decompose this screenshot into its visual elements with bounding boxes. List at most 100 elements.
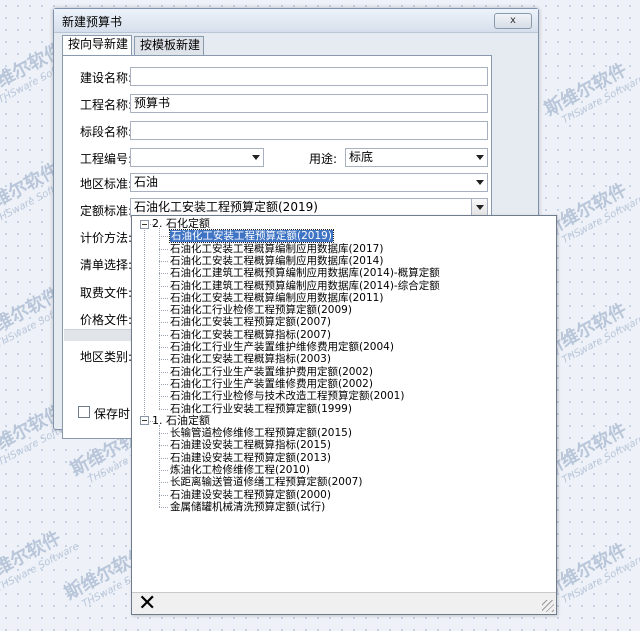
tree-connector [159,482,168,484]
bill-select-label: 清单选择: [80,258,133,272]
tree-item-label: 石油化工安装工程概算编制应用数据库(2017) [170,242,384,255]
tree-item[interactable]: 石油化工建筑工程概预算编制应用数据库(2014)-综合定额 [170,280,440,292]
tree-item[interactable]: 石油建设安装工程预算定额(2013) [170,452,331,464]
tree-connector [159,457,168,459]
tree-connector [159,408,168,410]
tree-item[interactable]: 石油建设安装工程概算指标(2015) [170,439,331,451]
tree-item[interactable]: 石油化工安装工程概算编制应用数据库(2014) [170,255,383,267]
tree-connector [159,494,168,496]
usage-value: 标底 [349,150,374,164]
region-type-label: 地区类别: [80,350,133,364]
tree-item[interactable]: 长输管道检修维修工程预算定额(2015) [170,427,352,439]
tree-connector [159,248,168,250]
collapse-icon[interactable] [140,219,149,229]
tree-connector [159,359,168,361]
tree-item-label: 石油化工行业生产装置维护维修费用定额(2004) [170,341,394,353]
construction-name-input[interactable] [130,67,488,86]
tree-item-label: 石油化工建筑工程概预算编制应用数据库(2014)-综合定额 [170,279,440,292]
tree-item-label: 石油化工安装工程概算编制应用数据库(2011) [170,291,384,304]
section-divider [64,329,132,341]
tree-item[interactable]: 石油化工行业检修与技术改造工程预算定额(2001) [170,390,404,402]
tree-item[interactable]: 石油化工安装工程概算编制应用数据库(2011) [170,292,383,304]
dropdown-footer: ✕ [132,592,556,615]
project-name-input[interactable]: 预算书 [130,94,488,113]
tree-item[interactable]: 石油化工安装工程概算编制应用数据库(2017) [170,243,383,255]
fee-file-label: 取费文件: [80,286,133,300]
close-dropdown-icon[interactable]: ✕ [138,593,156,615]
tree-connector [159,425,160,508]
tree-item-label: 炼油化工检修维修工程(2010) [170,464,310,476]
tree-item[interactable]: 金属储罐机械清洗预算定额(试行) [170,501,325,513]
tree-item[interactable]: 石油化工安装工程预算定额(2007) [170,316,331,328]
tree-connector [159,228,160,409]
tree-connector [159,322,168,324]
save-checkbox[interactable] [78,406,90,418]
tree-item-label: 石油化工行业检修与技术改造工程预算定额(2001) [170,390,405,403]
tree-connector [159,445,168,447]
usage-label: 用途: [309,152,338,166]
tree-item-label: 金属储罐机械清洗预算定额(试行) [170,500,326,513]
dialog-title: 新建预算书 [62,15,123,29]
tree-connector [159,297,168,299]
close-button[interactable]: x [494,13,532,29]
tree-item-label: 石油化工行业生产装置维修费用定额(2002) [170,377,373,390]
tab-wizard[interactable]: 按向导新建 [62,35,132,56]
tree-item[interactable]: 石油化工安装工程概算指标(2007) [170,329,331,341]
tree-connector [159,310,168,312]
tree-connector [159,260,168,262]
quota-dropdown-list[interactable]: 2. 石化定额 石油化工安装工程预算定额(2019) 石油化工安装工程概算编制应用数… [131,215,557,615]
dropdown-toggle[interactable] [471,199,487,216]
tree-item-label: 石油建设安装工程预算定额(2000) [170,488,331,501]
save-checkbox-label: 保存时 [94,407,131,421]
tree-connector [159,396,168,398]
price-file-label: 价格文件: [80,313,133,327]
tree-item-label: 石油建设安装工程预算定额(2013) [170,451,331,464]
tree-item-label: 石油化工行业生产装置维护费用定额(2002) [170,365,373,378]
usage-select[interactable]: 标底 [345,148,488,167]
tree-item[interactable]: 石油化工安装工程预算定额(2019) [169,229,334,244]
section-name-label: 标段名称: [80,125,133,139]
pricing-method-label: 计价方法: [80,231,133,245]
tree-item[interactable]: 石油化工行业生产装置维修费用定额(2002) [170,378,373,390]
tree-item[interactable]: 石油化工安装工程概算指标(2003) [170,353,331,365]
tree-connector [159,470,168,471]
tree-item[interactable]: 石油化工行业生产装置维护费用定额(2002) [170,366,373,378]
tree-connector [144,230,145,419]
project-no-combo[interactable] [130,148,264,167]
tree-item-label: 石油建设安装工程概算指标(2015) [170,439,331,452]
chevron-down-icon [476,205,484,210]
tree-item-label: 石油化工建筑工程概预算编制应用数据库(2014)-概算定额 [170,267,440,280]
tree-item-label: 长距离输送管道修缮工程预算定额(2007) [170,476,363,489]
tree-item[interactable]: 长距离输送管道修缮工程预算定额(2007) [170,476,362,488]
tree-group-label[interactable]: 1. 石油定额 [152,414,210,427]
project-name-label: 工程名称: [80,98,133,112]
region-standard-select[interactable]: 石油 [130,173,488,192]
resize-grip-icon[interactable] [542,600,554,612]
tree-item[interactable]: 石油建设安装工程预算定额(2000) [170,489,331,501]
tree-item-label: 石油化工行业检修工程预算定额(2009) [170,304,352,317]
tree-item[interactable]: 石油化工行业生产装置维护维修费用定额(2004) [170,341,394,353]
section-name-input[interactable] [130,121,488,140]
tree-connector [159,371,168,373]
dialog-titlebar[interactable]: 新建预算书 x [54,9,538,33]
tree-item-label: 石油化工安装工程概算编制应用数据库(2014) [170,254,384,267]
tree-item-label: 石油化工安装工程预算定额(2019) [169,229,334,244]
watermark: 斯维尔软件 THSware Software [0,527,81,595]
tree-group-label[interactable]: 2. 石化定额 [152,218,210,230]
chevron-down-icon [252,155,260,160]
project-no-label: 工程编号: [80,152,133,166]
tree-connector [159,285,168,287]
quota-standard-label: 定额标准: [80,204,133,218]
tree-item-label: 石油化工安装工程预算定额(2007) [170,316,331,329]
tree-item[interactable]: 石油化工行业检修工程预算定额(2009) [170,304,352,316]
tree-item-label: 石油化工安装工程概算指标(2003) [170,353,331,366]
tree-item[interactable]: 石油化工行业安装工程预算定额(1999) [170,403,352,415]
chevron-down-icon [476,180,484,185]
tree-item[interactable]: 石油化工建筑工程概预算编制应用数据库(2014)-概算定额 [170,267,440,279]
tree-item[interactable]: 炼油化工检修维修工程(2010) [170,464,310,476]
collapse-icon[interactable] [140,416,149,426]
construction-name-label: 建设名称: [80,71,133,85]
tab-template[interactable]: 按模板新建 [134,36,204,55]
tree-connector [159,347,168,348]
region-standard-value: 石油 [134,175,159,189]
